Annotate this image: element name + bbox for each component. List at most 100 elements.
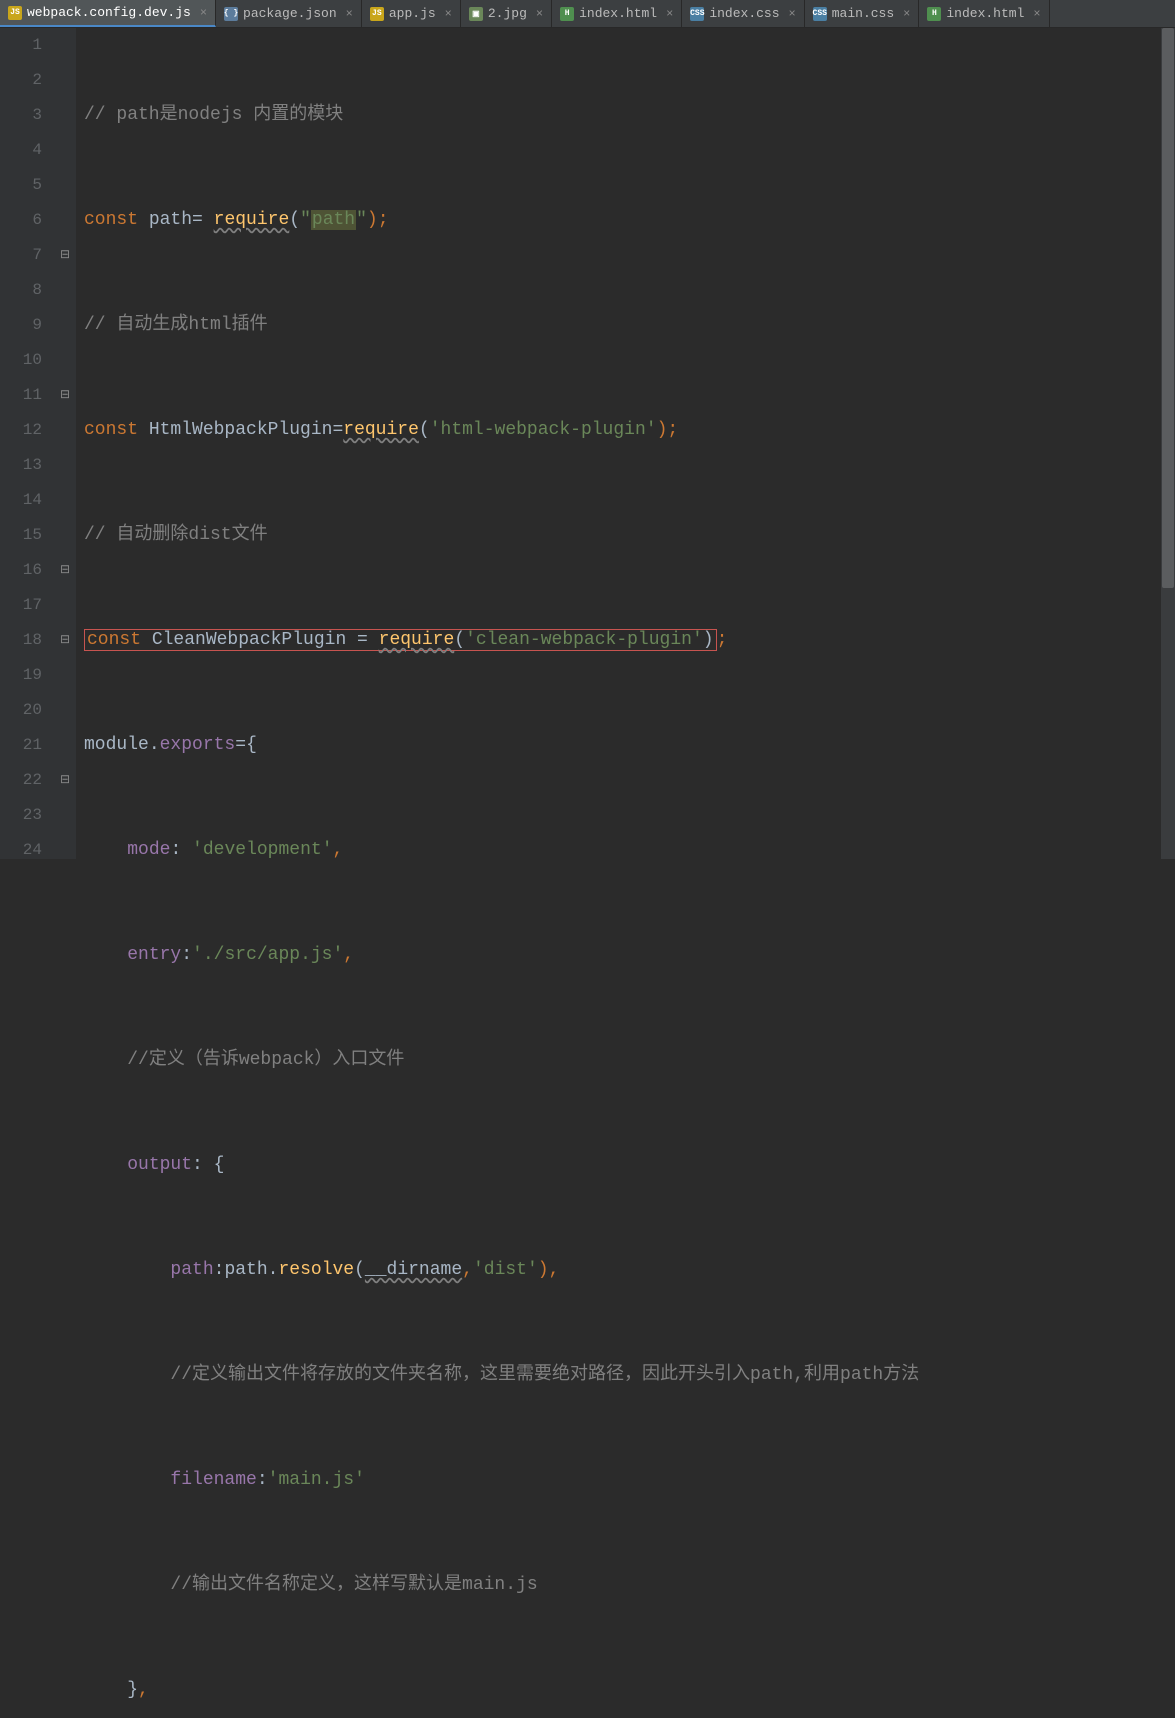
vertical-scrollbar[interactable]: [1161, 28, 1175, 859]
fold-spacer: [54, 133, 76, 168]
code-line: },: [84, 1673, 1175, 1708]
line-number: 5: [0, 168, 42, 203]
code-line: module.exports={: [76, 728, 1175, 763]
json-file-icon: { }: [224, 7, 238, 21]
close-icon[interactable]: ×: [662, 7, 673, 21]
line-number: 2: [0, 63, 42, 98]
editor-area: 123456789101112131415161718192021222324 …: [0, 28, 1175, 859]
code-line: // 自动删除dist文件: [84, 518, 1175, 553]
code-line: const CleanWebpackPlugin = require('clea…: [84, 623, 1175, 658]
fold-spacer: [54, 483, 76, 518]
fold-spacer: [54, 98, 76, 133]
js-file-icon: JS: [8, 6, 22, 20]
tab-index-css[interactable]: CSSindex.css×: [682, 0, 804, 27]
code-line: //定义（告诉webpack）入口文件: [84, 1043, 1175, 1078]
fold-spacer: [54, 203, 76, 238]
fold-spacer: [54, 833, 76, 868]
line-number: 12: [0, 413, 42, 448]
tab-label: index.css: [709, 6, 779, 21]
code-editor[interactable]: // path是nodejs 内置的模块 const path= require…: [76, 28, 1175, 859]
img-file-icon: ▣: [469, 7, 483, 21]
close-icon[interactable]: ×: [532, 7, 543, 21]
line-number: 24: [0, 833, 42, 868]
tab-label: webpack.config.dev.js: [27, 5, 191, 20]
tab-index-html[interactable]: Hindex.html ×: [919, 0, 1049, 27]
fold-spacer: [54, 798, 76, 833]
fold-spacer: [54, 588, 76, 623]
line-number: 1: [0, 28, 42, 63]
close-icon[interactable]: ×: [1029, 7, 1040, 21]
line-number: 19: [0, 658, 42, 693]
fold-toggle-icon[interactable]: ⊟: [54, 553, 76, 588]
tab-app-js[interactable]: JS app.js ×: [362, 0, 461, 27]
fold-spacer: [54, 518, 76, 553]
close-icon[interactable]: ×: [342, 7, 353, 21]
html-file-icon: H: [927, 7, 941, 21]
tab-label: index.html: [946, 6, 1024, 21]
tab-bar: JS webpack.config.dev.js × { } package.json ×…: [0, 0, 1175, 28]
line-number: 13: [0, 448, 42, 483]
line-number: 16: [0, 553, 42, 588]
fold-spacer: [54, 658, 76, 693]
fold-toggle-icon[interactable]: ⊟: [54, 238, 76, 273]
tab-label: index.html: [579, 6, 657, 21]
line-number: 23: [0, 798, 42, 833]
fold-spacer: [54, 273, 76, 308]
code-line: path:path.resolve(__dirname,'dist'),: [84, 1253, 1175, 1288]
fold-spacer: [54, 448, 76, 483]
close-icon[interactable]: ×: [441, 7, 452, 21]
code-line: //输出文件名称定义，这样写默认是main.js: [84, 1568, 1175, 1603]
line-number: 10: [0, 343, 42, 378]
code-line: entry:'./src/app.js',: [84, 938, 1175, 973]
tab-main-css[interactable]: CSSmain.css×: [805, 0, 920, 27]
fold-toggle-icon[interactable]: ⊟: [54, 763, 76, 798]
line-number: 21: [0, 728, 42, 763]
fold-spacer: [54, 168, 76, 203]
close-icon[interactable]: ×: [899, 7, 910, 21]
code-line: mode: 'development',: [84, 833, 1175, 868]
line-number-gutter: 123456789101112131415161718192021222324: [0, 28, 54, 859]
highlight-box: const CleanWebpackPlugin = require('clea…: [84, 629, 717, 651]
line-number: 8: [0, 273, 42, 308]
line-number: 18: [0, 623, 42, 658]
tab-package-json[interactable]: { } package.json ×: [216, 0, 362, 27]
js-file-icon: JS: [370, 7, 384, 21]
close-icon[interactable]: ×: [785, 7, 796, 21]
fold-spacer: [54, 693, 76, 728]
fold-toggle-icon[interactable]: ⊟: [54, 623, 76, 658]
line-number: 22: [0, 763, 42, 798]
line-number: 15: [0, 518, 42, 553]
line-number: 7: [0, 238, 42, 273]
scrollbar-thumb[interactable]: [1162, 28, 1174, 588]
line-number: 17: [0, 588, 42, 623]
html-file-icon: H: [560, 7, 574, 21]
code-line: filename:'main.js': [84, 1463, 1175, 1498]
line-number: 6: [0, 203, 42, 238]
code-line: //定义输出文件将存放的文件夹名称，这里需要绝对路径，因此开头引入path,利用…: [84, 1358, 1175, 1393]
line-number: 11: [0, 378, 42, 413]
css-file-icon: CSS: [813, 7, 827, 21]
fold-spacer: [54, 728, 76, 763]
close-icon[interactable]: ×: [196, 6, 207, 20]
tab-2-jpg[interactable]: ▣ 2.jpg ×: [461, 0, 552, 27]
fold-gutter: ⊟ ⊟ ⊟ ⊟ ⊟: [54, 28, 76, 859]
tab-webpack-config-dev-js[interactable]: JS webpack.config.dev.js ×: [0, 0, 216, 27]
tab-label: package.json: [243, 6, 337, 21]
line-number: 4: [0, 133, 42, 168]
fold-spacer: [54, 413, 76, 448]
fold-toggle-icon[interactable]: ⊟: [54, 378, 76, 413]
fold-spacer: [54, 308, 76, 343]
code-line: // path是nodejs 内置的模块: [84, 98, 1175, 133]
line-number: 14: [0, 483, 42, 518]
comment: // path是nodejs 内置的模块: [84, 105, 343, 125]
code-line: output: {: [84, 1148, 1175, 1183]
fold-spacer: [54, 343, 76, 378]
fold-spacer: [54, 28, 76, 63]
code-line: // 自动生成html插件: [84, 308, 1175, 343]
line-number: 9: [0, 308, 42, 343]
tab-index-html[interactable]: Hindex.html ×: [552, 0, 682, 27]
tab-label: 2.jpg: [488, 6, 527, 21]
code-line: const path= require("path");: [84, 203, 1175, 238]
tab-label: app.js: [389, 6, 436, 21]
fold-spacer: [54, 63, 76, 98]
